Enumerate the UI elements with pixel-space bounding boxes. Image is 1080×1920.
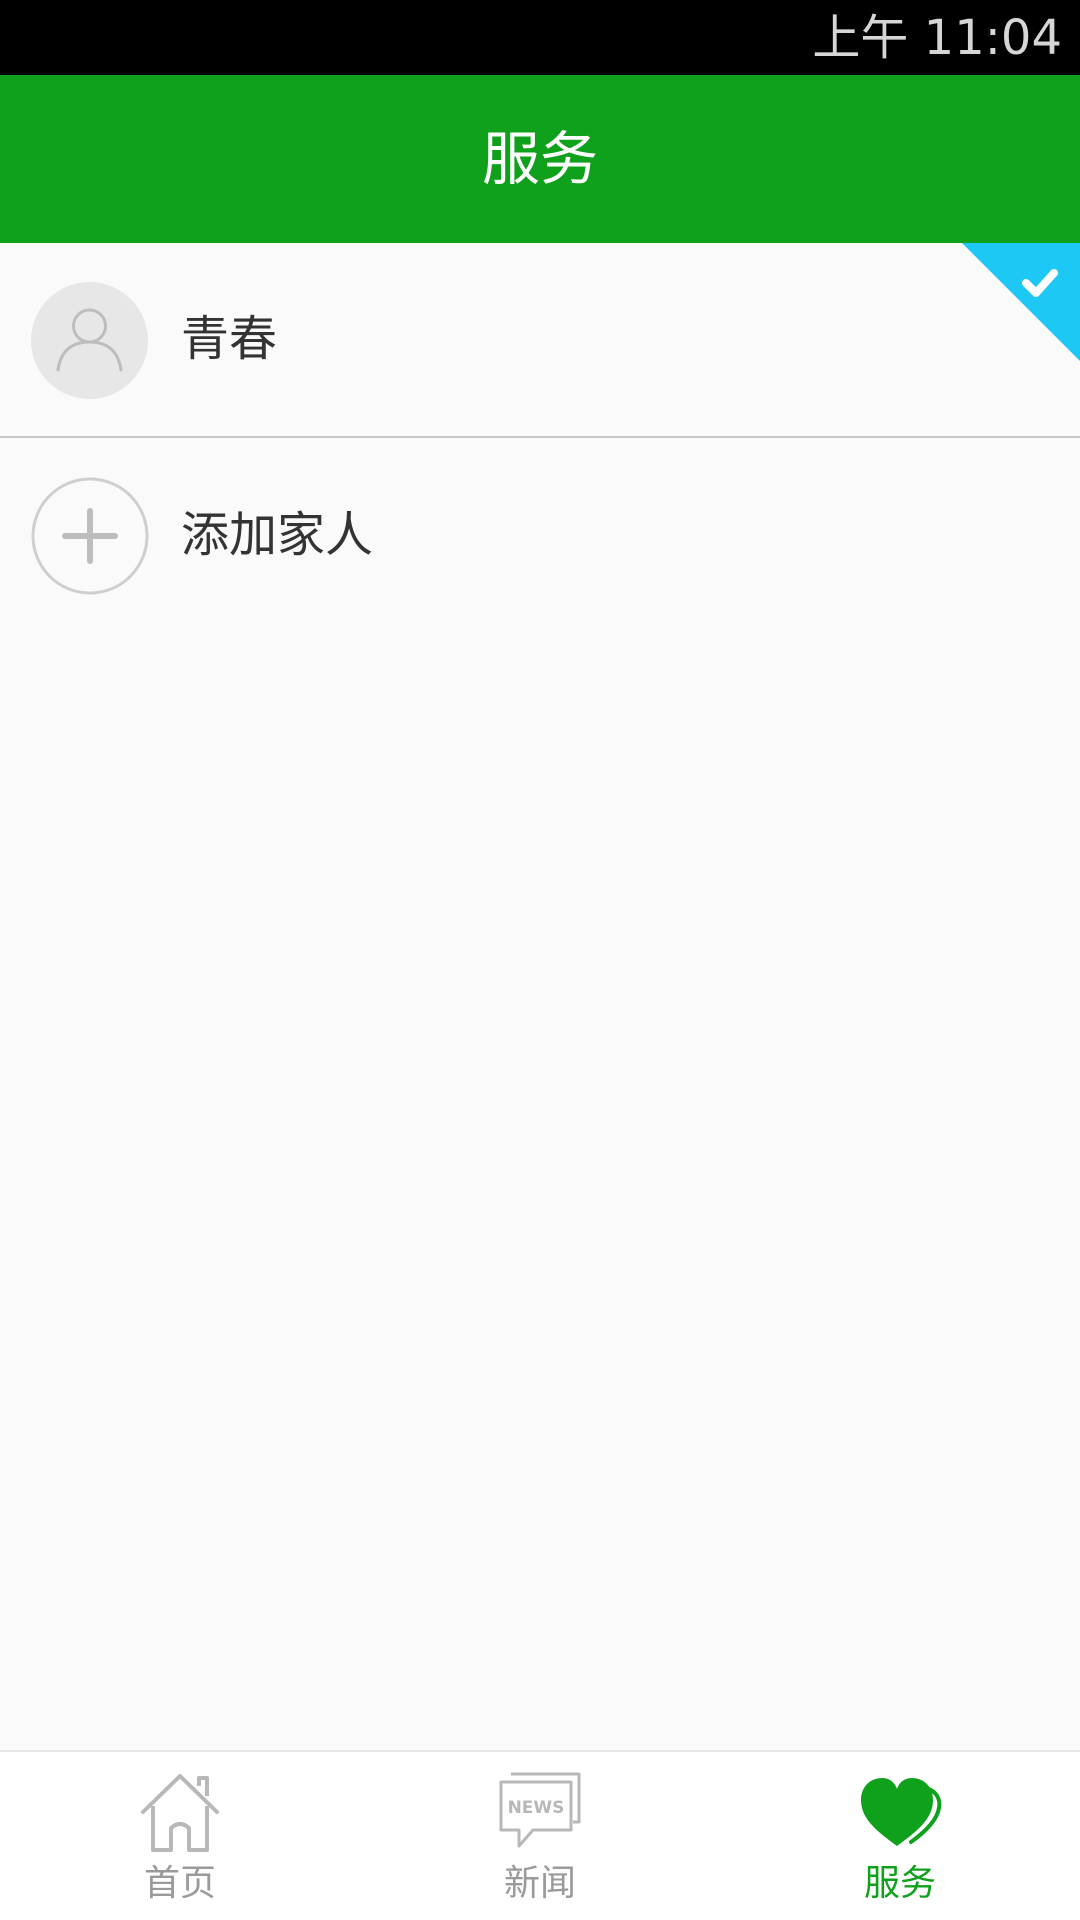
status-time: 上午 11:04: [812, 10, 1062, 66]
service-screen: 上午 11:04 服务 青春 添加家人 首页 NEWS 新闻 服务: [0, 0, 1080, 1920]
selected-check-icon: [962, 243, 1080, 361]
heart-icon: [855, 1770, 945, 1852]
news-icon: NEWS: [495, 1770, 585, 1852]
bottom-nav: 首页 NEWS 新闻 服务: [0, 1750, 1080, 1920]
add-family-row[interactable]: 添加家人: [0, 438, 1080, 631]
nav-label-service: 服务: [863, 1863, 936, 1904]
nav-item-news[interactable]: NEWS 新闻: [360, 1752, 720, 1920]
nav-label-home: 首页: [143, 1863, 216, 1904]
person-outline-icon: [31, 282, 148, 399]
plus-circle-icon: [30, 476, 150, 596]
add-family-label: 添加家人: [181, 507, 374, 563]
title-bar: 服务: [0, 75, 1080, 243]
news-icon-text: NEWS: [508, 1798, 565, 1818]
nav-item-home[interactable]: 首页: [0, 1752, 360, 1920]
member-name: 青春: [181, 311, 278, 367]
nav-label-news: 新闻: [503, 1863, 576, 1904]
page-title: 服务: [481, 125, 598, 193]
home-icon: [135, 1770, 225, 1852]
status-bar: 上午 11:04: [0, 0, 1080, 75]
member-row-qingchun[interactable]: 青春: [0, 243, 1080, 438]
nav-item-service[interactable]: 服务: [720, 1752, 1080, 1920]
